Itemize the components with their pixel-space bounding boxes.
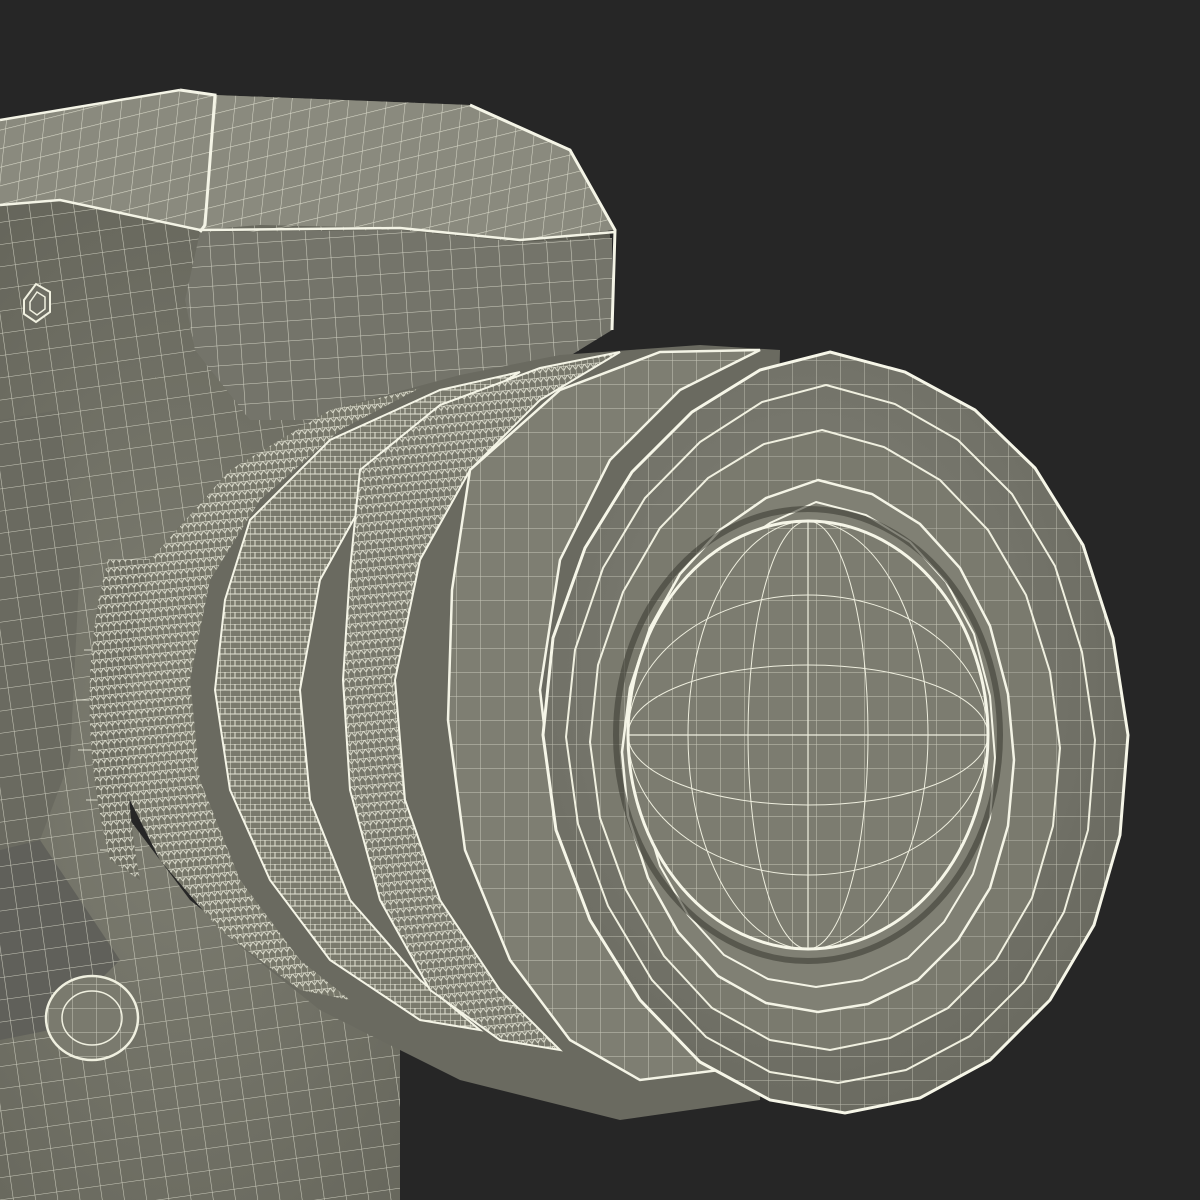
lens-release-button [44,974,140,1062]
lens-glass [613,506,1003,964]
render-viewport [0,0,1200,1200]
wireframe-render [0,88,1130,1200]
